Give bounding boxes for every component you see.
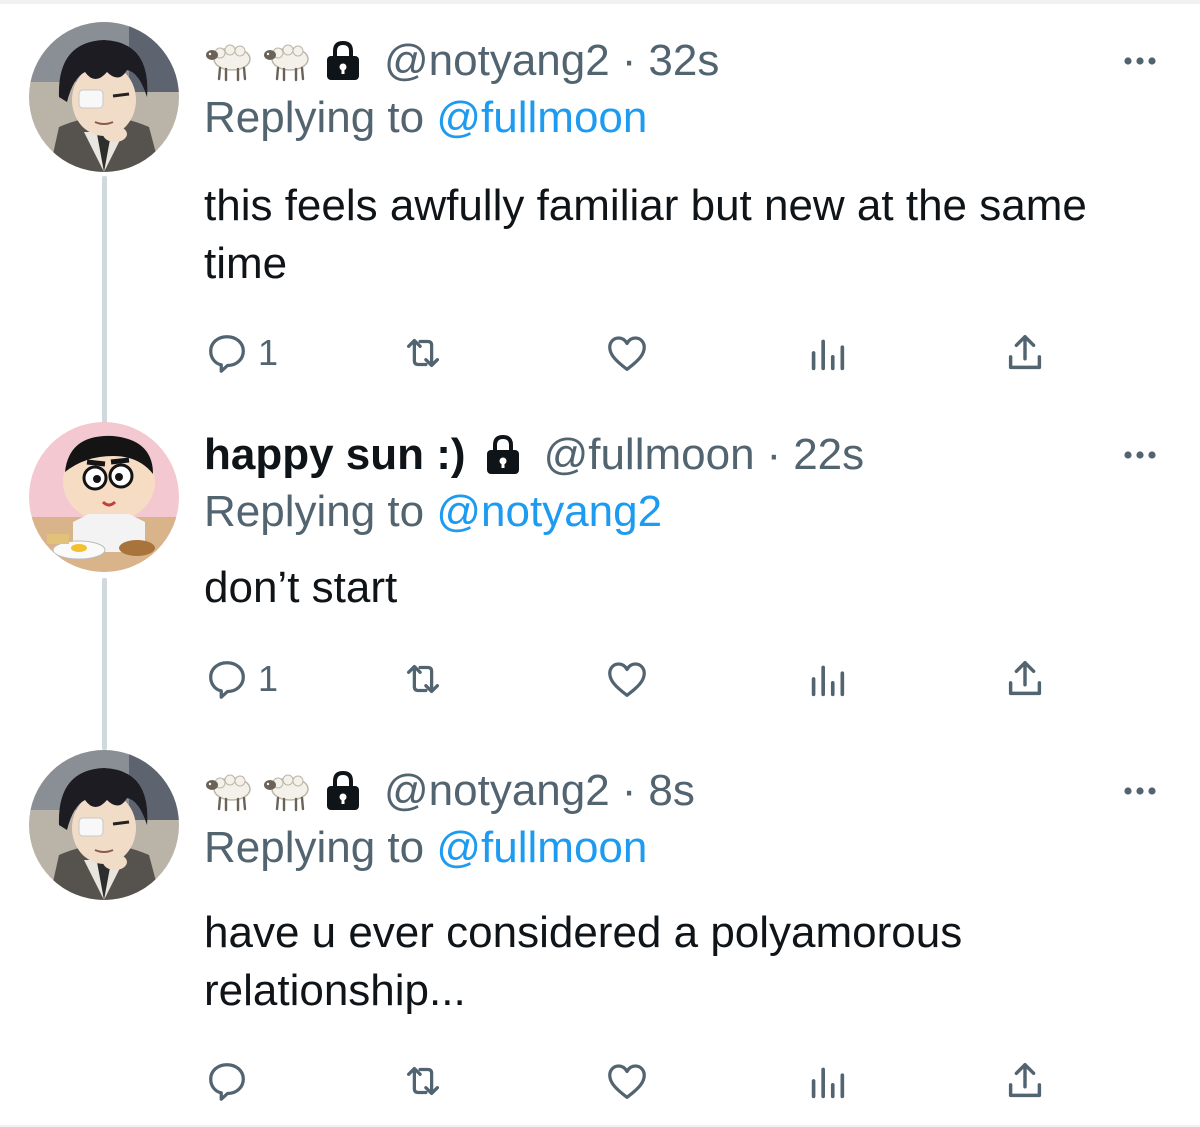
retweet-icon <box>400 1058 446 1104</box>
more-icon[interactable] <box>1120 440 1160 470</box>
share-icon <box>1002 330 1048 376</box>
sheep-emoji-icon <box>204 39 254 83</box>
action-bar: 1 <box>204 328 1064 378</box>
analytics-icon <box>804 330 850 376</box>
like-button[interactable] <box>604 654 650 704</box>
share-icon <box>1002 656 1048 702</box>
separator: · <box>621 36 637 85</box>
user-handle[interactable]: @notyang2 <box>384 36 610 86</box>
tweet-header: @notyang2 · 32s <box>204 36 719 86</box>
lock-icon <box>484 434 522 476</box>
avatar-image <box>29 422 179 572</box>
thread-line-1 <box>102 176 107 424</box>
action-bar <box>204 1056 1064 1106</box>
like-button[interactable] <box>604 328 650 378</box>
lock-icon <box>324 770 362 812</box>
reply-count: 1 <box>258 332 279 373</box>
mention-link[interactable]: @fullmoon <box>436 823 647 872</box>
reply-icon <box>204 1058 250 1104</box>
display-name[interactable]: happy sun :) <box>204 430 466 480</box>
tweet-header: happy sun :) @fullmoon · 22s <box>204 430 864 480</box>
avatar[interactable] <box>29 750 179 900</box>
replying-prefix: Replying to <box>204 487 425 536</box>
more-icon[interactable] <box>1120 46 1160 76</box>
tweet-text: this feels awfully familiar but new at t… <box>204 181 1087 288</box>
mention-link[interactable]: @fullmoon <box>436 93 647 142</box>
retweet-icon <box>400 656 446 702</box>
reply-button[interactable]: 1 <box>204 328 278 378</box>
sheep-emoji-icon <box>262 769 312 813</box>
more-icon[interactable] <box>1120 776 1160 806</box>
retweet-button[interactable] <box>400 654 446 704</box>
timestamp[interactable]: 32s <box>648 36 719 86</box>
lock-icon <box>324 40 362 82</box>
heart-icon <box>604 656 650 702</box>
reply-count: 1 <box>258 658 279 699</box>
heart-icon <box>604 1058 650 1104</box>
sheep-emoji-icon <box>204 769 254 813</box>
like-button[interactable] <box>604 1056 650 1106</box>
avatar[interactable] <box>29 22 179 172</box>
action-bar: 1 <box>204 654 1064 704</box>
mention-link[interactable]: @notyang2 <box>436 487 662 536</box>
avatar-image <box>29 750 179 900</box>
user-handle[interactable]: @fullmoon <box>544 430 755 480</box>
tweet-text: don’t start <box>204 563 398 612</box>
replying-to-line: Replying to @fullmoon <box>204 822 647 874</box>
retweet-button[interactable] <box>400 1056 446 1106</box>
thread-line-2 <box>102 578 107 750</box>
separator: · <box>766 430 782 479</box>
tweet-header: @notyang2 · 8s <box>204 766 695 816</box>
retweet-button[interactable] <box>400 328 446 378</box>
analytics-button[interactable] <box>804 654 850 704</box>
separator: · <box>621 766 637 815</box>
analytics-icon <box>804 656 850 702</box>
reply-icon <box>204 330 250 376</box>
timestamp[interactable]: 22s <box>793 430 864 480</box>
share-icon <box>1002 1058 1048 1104</box>
replying-prefix: Replying to <box>204 93 425 142</box>
replying-to-line: Replying to @fullmoon <box>204 92 647 144</box>
avatar[interactable] <box>29 422 179 572</box>
analytics-button[interactable] <box>804 1056 850 1106</box>
analytics-button[interactable] <box>804 328 850 378</box>
share-button[interactable] <box>1002 1056 1048 1106</box>
share-button[interactable] <box>1002 654 1048 704</box>
sheep-emoji-icon <box>262 39 312 83</box>
top-divider <box>0 0 1200 4</box>
share-button[interactable] <box>1002 328 1048 378</box>
replying-to-line: Replying to @notyang2 <box>204 486 662 538</box>
retweet-icon <box>400 330 446 376</box>
replying-prefix: Replying to <box>204 823 425 872</box>
user-handle[interactable]: @notyang2 <box>384 766 610 816</box>
tweet-text: have u ever considered a polyamorous rel… <box>204 908 963 1015</box>
reply-icon <box>204 656 250 702</box>
timestamp[interactable]: 8s <box>648 766 694 816</box>
reply-button[interactable]: 1 <box>204 654 278 704</box>
reply-button[interactable] <box>204 1056 258 1106</box>
avatar-image <box>29 22 179 172</box>
analytics-icon <box>804 1058 850 1104</box>
heart-icon <box>604 330 650 376</box>
